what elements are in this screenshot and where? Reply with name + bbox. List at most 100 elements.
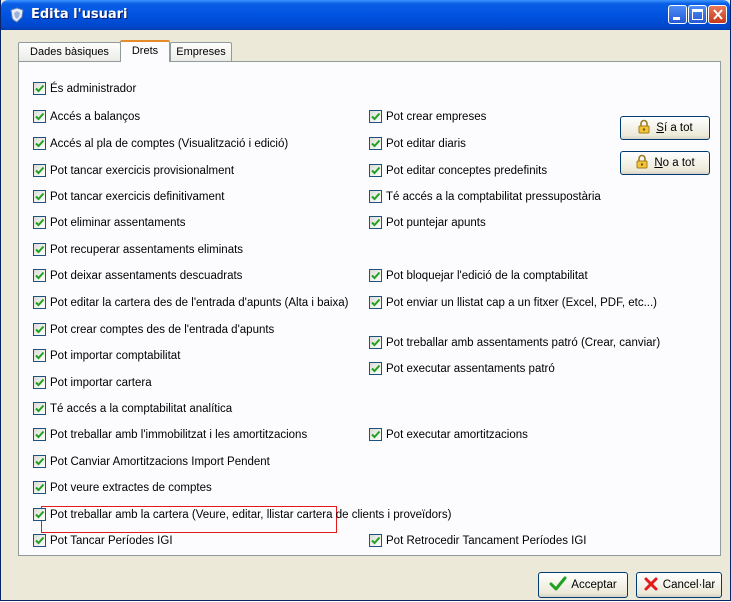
checkbox-box[interactable] <box>33 137 46 150</box>
checkbox-box[interactable] <box>33 243 46 256</box>
checkbox-box[interactable] <box>369 296 382 309</box>
permission-checkbox-left-17[interactable]: Pot Tancar Períodes IGI <box>33 534 173 547</box>
checkbox-box[interactable] <box>369 190 382 203</box>
checkbox-box[interactable] <box>369 336 382 349</box>
permission-checkbox-left-10[interactable]: Pot importar comptabilitat <box>33 349 180 362</box>
permission-checkbox-right-4[interactable]: Pot puntejar apunts <box>369 216 486 229</box>
tab-empreses[interactable]: Empreses <box>170 42 232 61</box>
accept-button[interactable]: Acceptar <box>538 572 628 598</box>
checkbox-box[interactable] <box>33 508 46 521</box>
permission-label: Pot crear empreses <box>386 110 487 123</box>
permission-checkbox-left-14[interactable]: Pot Canviar Amortitzacions Import Penden… <box>33 455 270 468</box>
permission-checkbox-left-8[interactable]: Pot editar la cartera des de l'entrada d… <box>33 296 348 309</box>
checkbox-box[interactable] <box>369 110 382 123</box>
permission-checkbox-right-1[interactable]: Pot editar diaris <box>369 137 466 150</box>
permission-checkbox-right-10[interactable]: Pot Retrocedir Tancament Períodes IGI <box>369 534 587 547</box>
checkbox-box[interactable] <box>33 110 46 123</box>
permission-checkbox-right-6[interactable]: Pot enviar un llistat cap a un fitxer (E… <box>369 296 657 309</box>
yes-to-all-label: Sí a tot <box>656 122 693 134</box>
permission-checkbox-left-7[interactable]: Pot deixar assentaments descuadrats <box>33 269 242 282</box>
permission-checkbox-left-3[interactable]: Pot tancar exercicis provisionalment <box>33 164 234 177</box>
permission-label: Pot enviar un llistat cap a un fitxer (E… <box>386 296 657 309</box>
checkbox-box[interactable] <box>369 216 382 229</box>
window-title: Edita l'usuari <box>31 7 128 22</box>
permission-checkbox-right-9[interactable]: Pot executar amortitzacions <box>369 428 528 441</box>
permission-label: Pot bloquejar l'edició de la comptabilit… <box>386 269 588 282</box>
checkbox-box[interactable] <box>369 362 382 375</box>
permission-checkbox-left-16[interactable]: Pot treballar amb la cartera (Veure, edi… <box>33 508 451 521</box>
dialog-body: Dades bàsiques Drets Empreses És adminis… <box>5 30 726 598</box>
tab-drets[interactable]: Drets <box>120 40 170 62</box>
checkbox-box[interactable] <box>33 296 46 309</box>
close-icon <box>711 7 725 26</box>
permission-label: Pot tancar exercicis provisionalment <box>50 164 235 177</box>
checkbox-box[interactable] <box>33 428 46 441</box>
permission-label: Pot treballar amb assentaments patró (Cr… <box>386 336 661 349</box>
permissions-panel: És administrador Accés a balanços Accés al… <box>18 61 721 556</box>
checkbox-box[interactable] <box>33 190 46 203</box>
permission-label: Té accés a la comptabilitat pressupostàr… <box>386 190 601 203</box>
checkbox-box[interactable] <box>33 376 46 389</box>
app-icon <box>9 7 25 23</box>
lock-icon <box>635 154 649 172</box>
permission-checkbox-right-8[interactable]: Pot executar assentaments patró <box>369 362 555 375</box>
tab-dades-basiques[interactable]: Dades bàsiques <box>18 42 121 61</box>
permission-label: Pot tancar exercicis definitivament <box>50 190 225 203</box>
checkbox-box[interactable] <box>33 481 46 494</box>
checkbox-box[interactable] <box>33 269 46 282</box>
permission-checkbox-right-0[interactable]: Pot crear empreses <box>369 110 486 123</box>
permission-checkbox-left-9[interactable]: Pot crear comptes des de l'entrada d'apu… <box>33 323 274 336</box>
permission-checkbox-left-0[interactable]: És administrador <box>33 82 136 95</box>
permission-checkbox-left-1[interactable]: Accés a balanços <box>33 110 140 123</box>
checkmark-icon <box>549 576 567 595</box>
yes-to-all-button[interactable]: Sí a tot <box>620 116 710 140</box>
permission-checkbox-left-2[interactable]: Accés al pla de comptes (Visualització i… <box>33 137 288 150</box>
checkbox-box[interactable] <box>33 164 46 177</box>
checkbox-box[interactable] <box>33 534 46 547</box>
permission-checkbox-right-2[interactable]: Pot editar conceptes predefinits <box>369 164 547 177</box>
permission-label: Pot importar cartera <box>50 376 152 389</box>
permission-label: Accés a balanços <box>50 110 141 123</box>
checkbox-box[interactable] <box>33 349 46 362</box>
permission-checkbox-left-15[interactable]: Pot veure extractes de comptes <box>33 481 212 494</box>
permission-label: Pot importar comptabilitat <box>50 349 181 362</box>
lock-icon <box>637 119 651 137</box>
checkbox-box[interactable] <box>369 269 382 282</box>
permission-checkbox-left-12[interactable]: Té accés a la comptabilitat analítica <box>33 402 232 415</box>
permission-label: Pot Canviar Amortitzacions Import Penden… <box>50 455 270 468</box>
permission-label: Pot puntejar apunts <box>386 216 486 229</box>
permission-label: Pot deixar assentaments descuadrats <box>50 269 243 282</box>
maximize-button[interactable] <box>688 5 707 24</box>
checkbox-box[interactable] <box>33 82 46 95</box>
title-bar[interactable]: Edita l'usuari <box>1 0 730 30</box>
checkbox-box[interactable] <box>33 402 46 415</box>
checkbox-box[interactable] <box>369 534 382 547</box>
permission-checkbox-left-13[interactable]: Pot treballar amb l'immobilitzat i les a… <box>33 428 307 441</box>
permission-checkbox-right-3[interactable]: Té accés a la comptabilitat pressupostàr… <box>369 190 601 203</box>
checkbox-box[interactable] <box>369 137 382 150</box>
checkbox-box[interactable] <box>369 428 382 441</box>
close-button[interactable] <box>708 5 727 24</box>
checkbox-box[interactable] <box>33 455 46 468</box>
dialog-window: Edita l'usuari Dades bàsiques Drets Empr… <box>0 0 731 601</box>
minimize-button[interactable] <box>668 5 687 24</box>
permission-label: Pot Tancar Períodes IGI <box>50 534 173 547</box>
permission-label: Pot Retrocedir Tancament Períodes IGI <box>386 534 587 547</box>
permission-label: Té accés a la comptabilitat analítica <box>50 402 233 415</box>
permission-checkbox-left-4[interactable]: Pot tancar exercicis definitivament <box>33 190 225 203</box>
permission-label: Pot eliminar assentaments <box>50 216 186 229</box>
permission-checkbox-right-7[interactable]: Pot treballar amb assentaments patró (Cr… <box>369 336 660 349</box>
cancel-button[interactable]: Cancel·lar <box>636 572 722 598</box>
checkbox-box[interactable] <box>33 323 46 336</box>
permission-checkbox-left-11[interactable]: Pot importar cartera <box>33 376 152 389</box>
checkbox-box[interactable] <box>33 216 46 229</box>
permission-label: Pot executar amortitzacions <box>386 428 528 441</box>
permission-checkbox-left-6[interactable]: Pot recuperar assentaments eliminats <box>33 243 243 256</box>
permission-checkbox-left-5[interactable]: Pot eliminar assentaments <box>33 216 186 229</box>
permission-checkbox-right-5[interactable]: Pot bloquejar l'edició de la comptabilit… <box>369 269 588 282</box>
permission-label: Pot veure extractes de comptes <box>50 481 212 494</box>
accept-label: Acceptar <box>571 579 617 591</box>
no-to-all-button[interactable]: No a tot <box>620 151 710 175</box>
permission-label: Pot editar la cartera des de l'entrada d… <box>50 296 349 309</box>
checkbox-box[interactable] <box>369 164 382 177</box>
